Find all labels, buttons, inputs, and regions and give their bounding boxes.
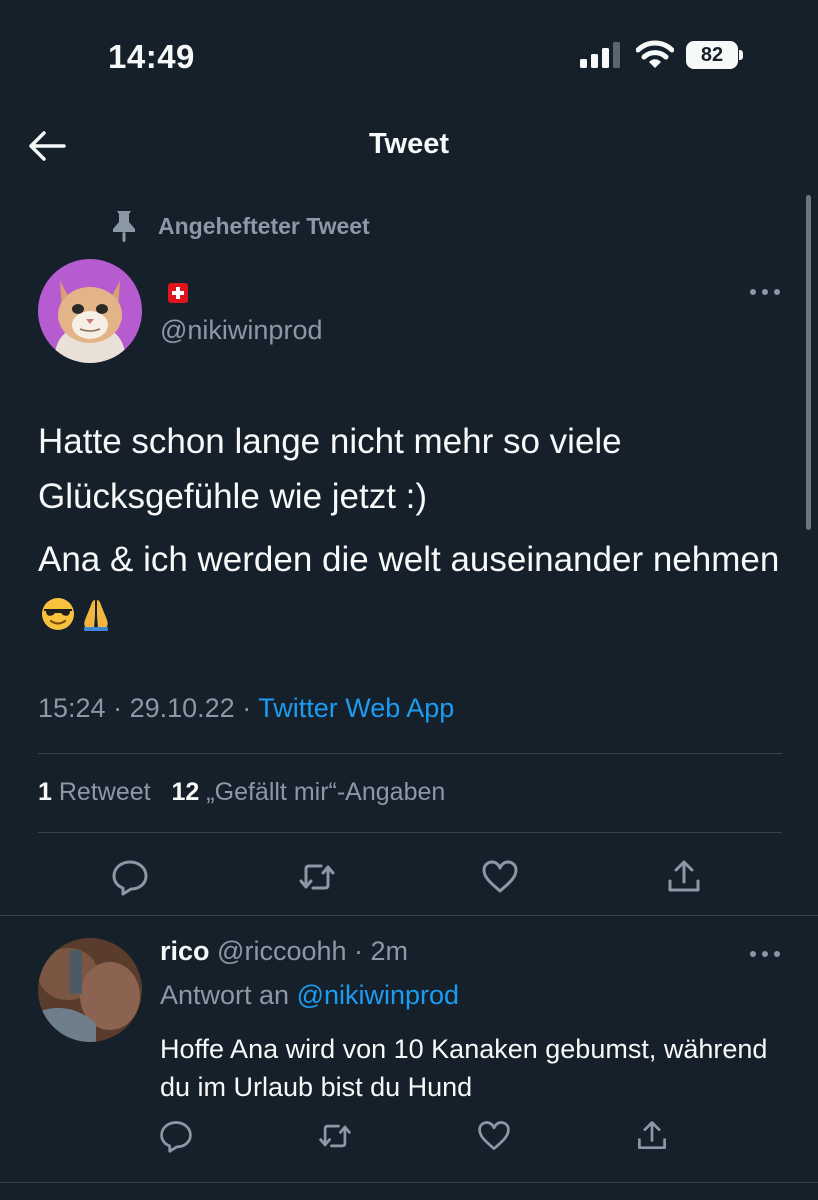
battery-tip — [739, 50, 743, 60]
page-title: Tweet — [368, 128, 450, 160]
tweet-time: 15:24 — [38, 693, 106, 723]
wifi-icon — [636, 40, 674, 68]
tweet-paragraph-2-text: Ana & ich werden die welt auseinander ne… — [38, 540, 780, 579]
reply-icon[interactable] — [110, 857, 150, 897]
reply-header: rico @riccoohh · 2m — [160, 936, 408, 967]
reply-to-handle[interactable]: @nikiwinprod — [297, 980, 459, 1010]
status-bar: 14:49 82 — [0, 0, 818, 110]
retweet-icon[interactable] — [297, 857, 337, 897]
reply-to-label: Antwort an — [160, 980, 290, 1010]
tweet-paragraph-2: Ana & ich werden die welt auseinander ne… — [38, 532, 798, 642]
tweet-meta: 15:24 · 29.10.22 · Twitter Web App — [38, 693, 454, 724]
divider — [38, 832, 782, 833]
tweet-date: 29.10.22 — [129, 693, 235, 723]
reply-icon[interactable] — [158, 1118, 194, 1154]
sunglasses-emoji — [42, 598, 74, 630]
reply-avatar[interactable] — [38, 938, 142, 1042]
share-icon[interactable] — [664, 857, 704, 897]
likes-label: „Gefällt mir“-Angaben — [206, 778, 446, 806]
divider — [38, 753, 782, 754]
reply-text: Hoffe Ana wird von 10 Kanaken gebumst, w… — [160, 1034, 768, 1102]
scrollbar[interactable] — [806, 195, 811, 530]
like-icon[interactable] — [476, 1118, 512, 1154]
likes-count: 12 — [171, 778, 200, 806]
tweet-paragraph-1: Hatte schon lange nicht mehr so viele Gl… — [38, 422, 622, 516]
meta-separator: · — [242, 693, 259, 723]
reply-to-line: Antwort an @nikiwinprod — [160, 980, 459, 1011]
divider — [0, 1182, 818, 1183]
nav-bar: Tweet — [0, 110, 818, 185]
divider — [0, 915, 818, 916]
author-handle[interactable]: @nikiwinprod — [160, 315, 322, 346]
signal-icon — [580, 42, 620, 68]
reply-author-handle[interactable]: @riccoohh — [217, 936, 346, 966]
tweet-text: Hatte schon lange nicht mehr so viele Gl… — [38, 414, 798, 642]
retweet-icon[interactable] — [317, 1118, 353, 1154]
pinned-indicator: Angehefteter Tweet — [110, 208, 370, 244]
folded-hands-emoji — [84, 600, 108, 631]
retweets-count: 1 — [38, 778, 52, 806]
battery-level: 82 — [686, 41, 738, 69]
reply-age: 2m — [370, 936, 409, 966]
reply-avatar-image — [38, 938, 142, 1042]
battery-icon: 82 — [686, 41, 743, 69]
share-icon[interactable] — [634, 1118, 670, 1154]
pinned-label: Angehefteter Tweet — [158, 212, 370, 239]
tweet-stats: 1 Retweet 12 „Gefällt mir“-Angaben — [38, 778, 445, 807]
more-options-icon[interactable] — [748, 946, 782, 962]
retweets-stat[interactable]: 1 Retweet — [38, 778, 151, 806]
like-icon[interactable] — [480, 857, 520, 897]
retweets-label: Retweet — [58, 778, 151, 806]
more-options-icon[interactable] — [748, 284, 782, 300]
tweet-source-link[interactable]: Twitter Web App — [258, 693, 454, 723]
meta-separator: · — [113, 693, 130, 723]
meta-separator: · — [346, 936, 371, 966]
cat-avatar-image — [38, 259, 142, 363]
avatar[interactable] — [38, 259, 142, 363]
swiss-flag-icon — [168, 283, 188, 303]
pin-icon — [113, 211, 135, 242]
likes-stat[interactable]: 12 „Gefällt mir“-Angaben — [172, 778, 446, 806]
status-time: 14:49 — [108, 38, 195, 75]
reply-author-name[interactable]: rico — [160, 936, 210, 966]
